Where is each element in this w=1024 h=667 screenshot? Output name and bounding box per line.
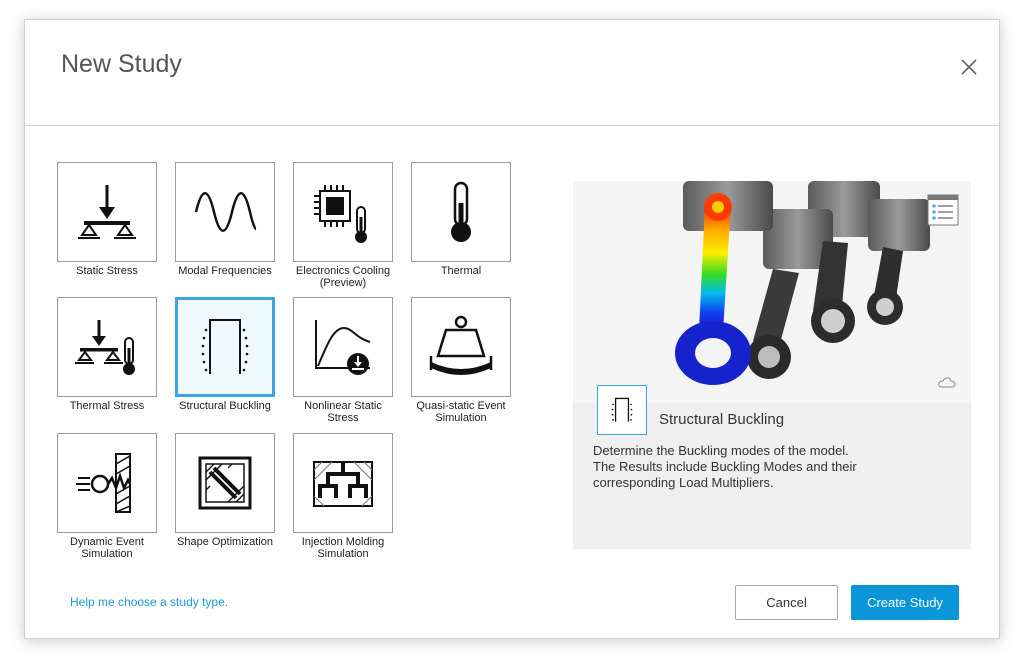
study-tile-shape-optimization[interactable]: Shape Optimization <box>175 433 275 548</box>
study-tile-label: Thermal <box>440 265 482 277</box>
study-tile-nonlinear-static-stress[interactable]: Nonlinear Static Stress <box>293 297 393 424</box>
static-stress-icon <box>78 185 136 239</box>
new-study-dialog: New Study Static Stress Modal Frequencie… <box>24 19 1000 639</box>
study-tile-label: Injection Molding Simulation <box>301 536 385 560</box>
thermometer-icon <box>451 181 471 242</box>
weight-on-beam-icon <box>429 315 493 375</box>
shape-optimization-icon <box>198 456 252 510</box>
study-tile-label: Structural Buckling <box>179 400 271 412</box>
study-tile-label: Electronics Cooling (Preview) <box>295 265 391 289</box>
structural-buckling-icon <box>611 397 633 422</box>
sine-wave-icon <box>194 192 257 232</box>
study-preview-panel: Structural Buckling Determine the Buckli… <box>573 181 971 549</box>
study-tile-label: Static Stress <box>76 265 138 277</box>
nonlinear-curve-icon <box>315 320 371 375</box>
dialog-header: New Study <box>25 20 999 126</box>
cancel-button[interactable]: Cancel <box>735 585 838 620</box>
injection-mold-icon <box>313 461 373 507</box>
selected-study-name: Structural Buckling <box>659 411 785 428</box>
thermal-stress-icon <box>75 320 135 375</box>
dialog-title: New Study <box>61 50 182 78</box>
create-study-button[interactable]: Create Study <box>851 585 959 620</box>
study-tile-thermal-stress[interactable]: Thermal Stress <box>57 297 157 412</box>
study-tile-electronics-cooling[interactable]: Electronics Cooling (Preview) <box>293 162 393 289</box>
study-tile-label: Nonlinear Static Stress <box>304 400 382 424</box>
selected-study-description: Determine the Buckling modes of the mode… <box>593 443 857 490</box>
study-tile-label: Thermal Stress <box>69 400 145 412</box>
list-view-icon[interactable] <box>927 194 959 226</box>
study-tile-injection-molding[interactable]: Injection Molding Simulation <box>293 433 393 560</box>
selected-study-icon <box>597 385 647 435</box>
close-icon[interactable] <box>959 57 979 77</box>
pistons-illustration <box>675 181 930 385</box>
study-tile-modal-frequencies[interactable]: Modal Frequencies <box>175 162 275 277</box>
preview-image <box>573 181 971 403</box>
study-tile-thermal[interactable]: Thermal <box>411 162 511 277</box>
study-tile-dynamic-event[interactable]: Dynamic Event Simulation <box>57 433 157 560</box>
chip-thermometer-icon <box>314 185 367 243</box>
study-tile-label: Dynamic Event Simulation <box>70 536 144 560</box>
cloud-icon <box>938 377 956 388</box>
help-choose-study-link[interactable]: Help me choose a study type. <box>70 595 228 609</box>
structural-buckling-icon <box>201 319 249 374</box>
study-tile-static-stress[interactable]: Static Stress <box>57 162 157 277</box>
study-tile-quasi-static-event[interactable]: Quasi-static Event Simulation <box>411 297 511 424</box>
dynamic-impact-icon <box>76 453 132 513</box>
study-tile-structural-buckling[interactable]: Structural Buckling <box>175 297 275 412</box>
study-tile-label: Shape Optimization <box>177 536 273 548</box>
study-tile-label: Quasi-static Event Simulation <box>416 400 506 424</box>
study-tile-label: Modal Frequencies <box>178 265 272 277</box>
